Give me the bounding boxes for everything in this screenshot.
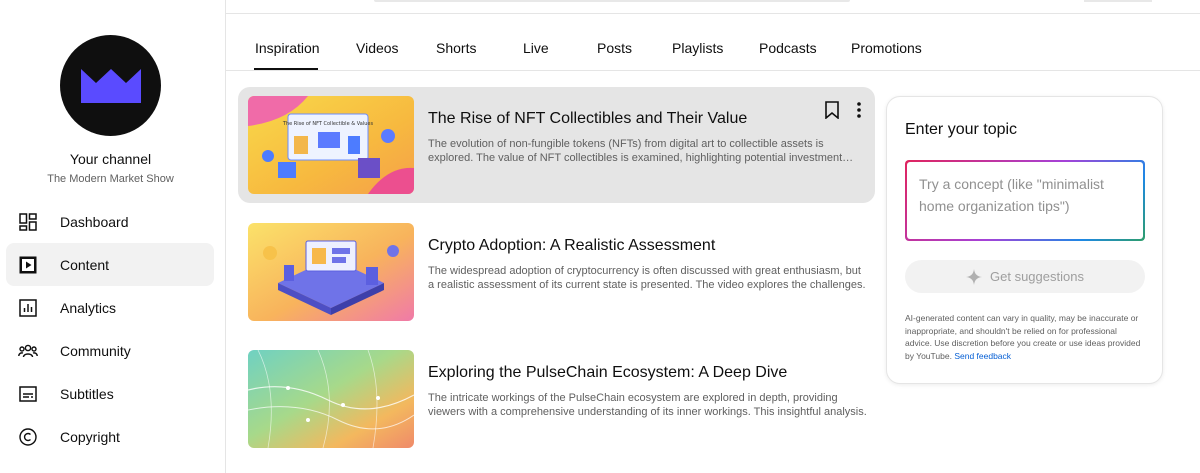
video-description: The intricate workings of the PulseChain…	[428, 392, 867, 418]
channel-name: The Modern Market Show	[47, 173, 174, 185]
topic-input[interactable]: Try a concept (like "minimalist home org…	[907, 162, 1143, 239]
crypto-thumbnail[interactable]	[248, 223, 414, 321]
topic-input-border[interactable]: Try a concept (like "minimalist home org…	[905, 160, 1145, 241]
content-icon	[18, 255, 38, 275]
panel-title: Enter your topic	[905, 121, 1018, 138]
header-divider	[226, 13, 1200, 14]
sidebar-item-content[interactable]: Content	[6, 243, 214, 286]
community-icon	[18, 341, 38, 361]
sidebar-item-label: Dashboard	[60, 213, 129, 230]
tab-podcasts[interactable]: Podcasts	[759, 40, 817, 56]
sidebar-item-label: Copyright	[60, 428, 120, 445]
tab-inspiration[interactable]: Inspiration	[255, 40, 320, 56]
tab-shorts[interactable]: Shorts	[436, 40, 476, 56]
sidebar-nav: Dashboard Content Analytics Community Su…	[6, 200, 214, 458]
video-title: Exploring the PulseChain Ecosystem: A De…	[428, 364, 788, 381]
header-button-edge[interactable]	[1084, 0, 1152, 2]
sidebar-item-copyright[interactable]: Copyright	[6, 415, 214, 458]
sidebar-item-subtitles[interactable]: Subtitles	[6, 372, 214, 415]
dashboard-icon	[18, 212, 38, 232]
tab-videos[interactable]: Videos	[356, 40, 399, 56]
sidebar-item-community[interactable]: Community	[6, 329, 214, 372]
topic-suggestion-panel: Enter your topic Try a concept (like "mi…	[886, 96, 1163, 384]
video-description: The widespread adoption of cryptocurrenc…	[428, 265, 866, 291]
search-bar-edge[interactable]	[374, 0, 850, 2]
sidebar-item-dashboard[interactable]: Dashboard	[6, 200, 214, 243]
sidebar-item-analytics[interactable]: Analytics	[6, 286, 214, 329]
video-idea-card[interactable]: Crypto Adoption: A Realistic Assessment …	[238, 214, 875, 330]
nft-thumbnail[interactable]: The Rise of NFT Collectible & Values	[248, 96, 414, 194]
tab-live[interactable]: Live	[523, 40, 549, 56]
sparkle-icon	[966, 268, 983, 285]
get-suggestions-label: Get suggestions	[990, 269, 1084, 284]
tab-posts[interactable]: Posts	[597, 40, 632, 56]
disclaimer-text: AI-generated content can vary in quality…	[905, 313, 1141, 361]
subtitles-icon	[18, 384, 38, 404]
channel-title: Your channel	[69, 151, 152, 167]
channel-avatar[interactable]	[60, 35, 161, 136]
more-options-icon[interactable]	[857, 101, 861, 124]
sidebar: Your channel The Modern Market Show Dash…	[0, 0, 226, 473]
card-actions	[825, 101, 861, 124]
sidebar-item-label: Subtitles	[60, 385, 114, 402]
get-suggestions-button[interactable]: Get suggestions	[905, 260, 1145, 293]
sidebar-item-label: Community	[60, 342, 131, 359]
bookmark-icon[interactable]	[825, 101, 839, 124]
sidebar-item-label: Content	[60, 256, 110, 273]
pulsechain-thumbnail[interactable]	[248, 350, 414, 448]
video-idea-card[interactable]: The Rise of NFT Collectible & Values The…	[238, 87, 875, 203]
sidebar-item-label: Analytics	[60, 299, 117, 316]
ai-disclaimer: AI-generated content can vary in quality…	[905, 312, 1145, 362]
tab-promotions[interactable]: Promotions	[851, 40, 922, 56]
send-feedback-link[interactable]: Send feedback	[954, 351, 1011, 361]
video-description: The evolution of non-fungible tokens (NF…	[428, 138, 843, 164]
video-title: Crypto Adoption: A Realistic Assessment	[428, 237, 716, 254]
active-tab-indicator	[254, 68, 318, 70]
content-tabs: Inspiration Videos Shorts Live Posts Pla…	[226, 28, 1200, 71]
analytics-icon	[18, 298, 38, 318]
tab-playlists[interactable]: Playlists	[672, 40, 723, 56]
copyright-icon	[18, 427, 38, 447]
crown-logo-icon	[80, 68, 141, 103]
thumbnail-caption: The Rise of NFT Collectible & Values	[282, 121, 374, 127]
video-idea-card[interactable]: Exploring the PulseChain Ecosystem: A De…	[238, 341, 875, 457]
video-title: The Rise of NFT Collectibles and Their V…	[428, 110, 748, 127]
